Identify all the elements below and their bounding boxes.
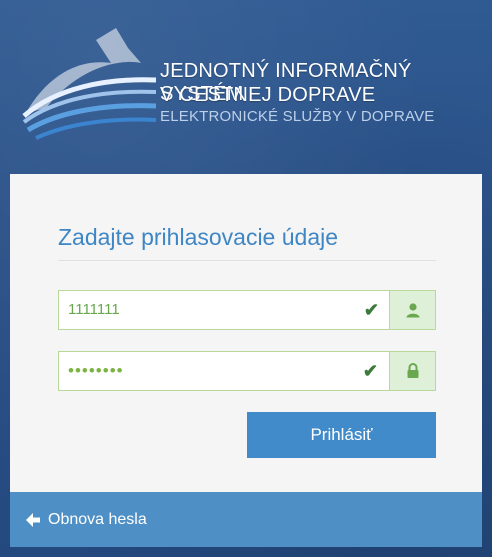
password-recovery-link[interactable]: Obnova hesla xyxy=(48,511,147,529)
username-input[interactable]: 1111111 ✔ xyxy=(59,291,389,329)
login-card: Zadajte prihlasovacie údaje 1111111 ✔ ••… xyxy=(10,174,482,492)
brand-subtitle: ELEKTRONICKÉ SLUŽBY V DOPRAVE xyxy=(160,108,435,125)
brand-title-line2: V CESTNEJ DOPRAVE xyxy=(160,84,376,106)
site-header: JEDNOTNÝ INFORMAČNÝ SYSTÉM V CESTNEJ DOP… xyxy=(0,0,492,160)
password-value: •••••••• xyxy=(68,361,124,380)
checkmark-icon: ✔ xyxy=(362,361,379,381)
title-divider xyxy=(58,260,436,261)
user-icon xyxy=(389,291,435,329)
login-button[interactable]: Prihlásiť xyxy=(247,412,436,458)
username-field[interactable]: 1111111 ✔ xyxy=(58,290,436,330)
password-input[interactable]: •••••••• ✔ xyxy=(59,352,389,390)
checkmark-icon: ✔ xyxy=(363,300,379,320)
arrow-left-icon xyxy=(26,512,40,527)
mountain-logo-icon xyxy=(22,28,156,140)
password-recovery-bar[interactable]: Obnova hesla xyxy=(10,492,482,547)
login-title: Zadajte prihlasovacie údaje xyxy=(58,224,339,250)
password-field[interactable]: •••••••• ✔ xyxy=(58,351,436,391)
username-value: 1111111 xyxy=(68,301,120,318)
lock-icon xyxy=(389,352,435,390)
